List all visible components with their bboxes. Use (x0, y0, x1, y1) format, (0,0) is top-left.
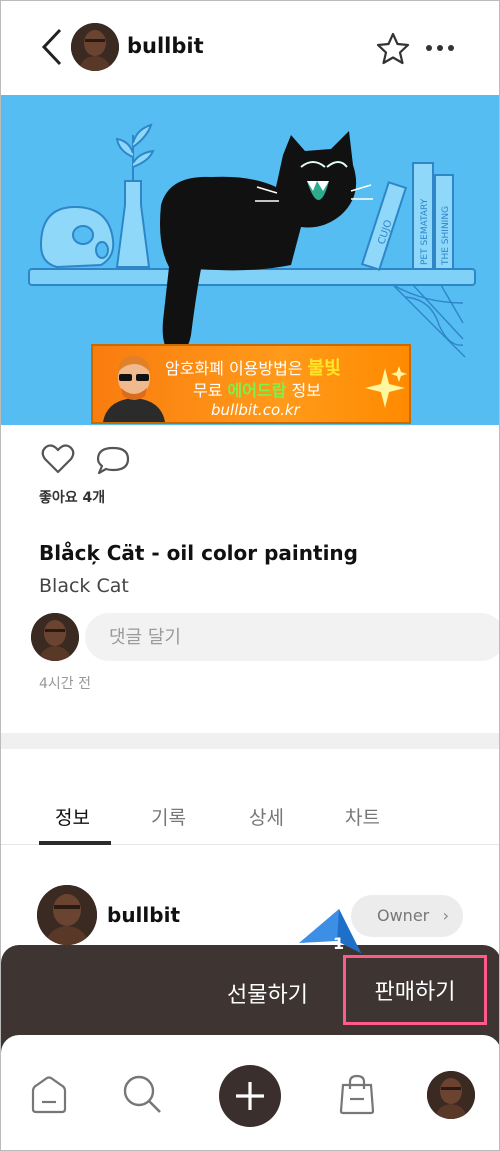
owner-badge-label: Owner (377, 906, 430, 925)
promo-line-2-suffix: 정보 (291, 381, 321, 400)
post-title: Blåcķ Cät - oil color painting (39, 541, 358, 565)
search-icon[interactable] (121, 1073, 163, 1115)
post-subtitle: Black Cat (39, 575, 129, 597)
step-pointer-icon: 1 (299, 909, 361, 953)
heart-icon[interactable] (41, 443, 75, 475)
promo-line-2: 무료 에어드랍 정보 (193, 377, 321, 401)
app-screen: bullbit CUJO PET SEMATARY THE SHINING 암호… (0, 0, 500, 1151)
avatar (31, 613, 79, 661)
promo-line-2-prefix: 무료 (193, 381, 223, 400)
plus-icon (236, 1082, 264, 1110)
comment-input[interactable] (85, 613, 499, 661)
promo-highlight-1: 불빛 (307, 358, 341, 379)
promo-character-icon (103, 356, 165, 422)
more-dots-icon[interactable] (425, 37, 455, 59)
comment-icon[interactable] (95, 445, 131, 475)
promo-line-1-text: 암호화폐 이용방법은 (165, 359, 303, 378)
chevron-right-icon: › (442, 906, 449, 925)
add-button[interactable] (219, 1065, 281, 1127)
sparkle-icon (365, 366, 407, 408)
avatar[interactable] (71, 23, 119, 71)
post-timestamp: 4시간 전 (39, 676, 91, 692)
tab-chart[interactable]: 차트 (345, 803, 380, 830)
likes-count[interactable]: 좋아요 4개 (39, 487, 105, 507)
sell-button[interactable]: 판매하기 (343, 955, 487, 1025)
owner-avatar[interactable] (37, 885, 97, 945)
book-title-2: PET SEMATARY (420, 198, 430, 265)
book-title-3: THE SHINING (441, 206, 451, 266)
bottom-nav (1, 1035, 499, 1150)
promo-highlight-2: 에어드랍 (227, 381, 287, 400)
shopping-bag-icon[interactable] (337, 1073, 377, 1115)
owner-name[interactable]: bullbit (107, 903, 180, 927)
star-icon[interactable] (375, 31, 411, 67)
profile-avatar[interactable] (427, 1071, 475, 1119)
chevron-left-icon[interactable] (39, 27, 65, 67)
section-divider (1, 733, 499, 749)
header-username[interactable]: bullbit (127, 34, 204, 58)
tab-details[interactable]: 상세 (249, 803, 284, 830)
home-icon[interactable] (29, 1075, 69, 1115)
promo-site: bullbit.co.kr (211, 401, 300, 419)
detail-tabs: 정보 기록 상세 차트 (1, 791, 499, 845)
owner-badge[interactable]: Owner › (351, 895, 463, 937)
tab-info[interactable]: 정보 (55, 803, 90, 830)
step-number: 1 (333, 934, 344, 953)
tab-history[interactable]: 기록 (151, 803, 186, 830)
active-tab-indicator (39, 841, 111, 845)
gift-button[interactable]: 선물하기 (227, 977, 308, 1009)
top-bar: bullbit (1, 1, 499, 95)
promo-banner[interactable]: 암호화폐 이용방법은 불빛 무료 에어드랍 정보 bullbit.co.kr (91, 344, 411, 424)
